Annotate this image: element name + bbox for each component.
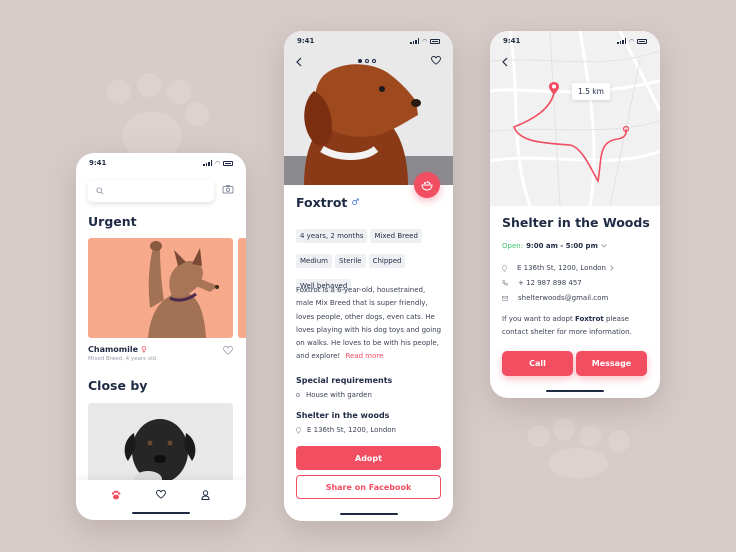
adopt-button[interactable]: Adopt: [296, 446, 441, 470]
back-icon[interactable]: [502, 57, 508, 67]
map-pin-icon: [296, 426, 301, 434]
read-more-link[interactable]: Read more: [345, 352, 383, 360]
email-row[interactable]: shelterwoods@gmail.com: [502, 294, 608, 302]
heart-icon[interactable]: [431, 56, 441, 65]
email-text: shelterwoods@gmail.com: [518, 294, 609, 302]
adopt-fab-button[interactable]: [414, 172, 440, 198]
status-icons: ◠: [617, 38, 647, 45]
adopt-note: If you want to adopt Foxtrot please cont…: [502, 313, 652, 339]
chevron-right-icon: [610, 265, 614, 271]
background-paw: [553, 418, 575, 440]
status-icons: ◠: [203, 160, 233, 167]
background-paw: [167, 80, 191, 104]
adopt-note-pet-name: Foxtrot: [574, 315, 604, 323]
phone-icon: [502, 280, 508, 286]
map-pin-icon[interactable]: [548, 81, 560, 96]
shelter-title: Shelter in the Woods: [502, 215, 650, 230]
background-paw: [137, 73, 161, 97]
background-paw: [528, 425, 550, 447]
status-time: 9:41: [89, 159, 107, 167]
chevron-down-icon: [601, 244, 607, 248]
home-indicator: [339, 512, 398, 515]
hours-text: 9:00 am - 5:00 pm: [526, 242, 598, 250]
phone-browse-screen: 9:41 ◠ Urgent Chamomile ♀ Mixed Breed, 4…: [76, 153, 246, 520]
female-icon: ♀: [141, 345, 147, 354]
special-requirement-text: House with garden: [306, 391, 372, 399]
bullet-icon: [296, 393, 300, 397]
pet-card-next-peek[interactable]: [238, 238, 246, 338]
tag-chip: 4 years, 2 months: [296, 229, 368, 243]
adopt-note-prefix: If you want to adopt: [502, 315, 575, 323]
male-icon: ♂: [351, 197, 360, 208]
distance-badge: 1.5 km: [572, 83, 610, 100]
status-time: 9:41: [503, 37, 521, 45]
description-text: Foxtrot is a 6-year-old, housetrained, m…: [296, 286, 442, 361]
home-indicator: [546, 389, 604, 392]
search-bar[interactable]: [88, 180, 214, 202]
background-paw: [185, 102, 209, 126]
map-pin-icon: [502, 264, 507, 272]
status-bar: 9:41 ◠: [76, 153, 246, 173]
status-time: 9:41: [297, 37, 315, 45]
mail-icon: [502, 295, 508, 301]
bottom-tab-bar: [76, 480, 246, 520]
open-status: Open:: [502, 242, 524, 250]
image-pagination-dots[interactable]: [358, 59, 376, 63]
pet-card-image[interactable]: [88, 403, 233, 483]
opening-hours[interactable]: Open: 9:00 am - 5:00 pm: [502, 242, 607, 250]
back-icon[interactable]: [296, 57, 302, 67]
pet-meta: Mixed Breed, 4 years old: [88, 356, 157, 362]
call-button[interactable]: Call: [502, 351, 573, 376]
special-requirement-item: House with garden: [296, 391, 372, 399]
phone-shelter-screen: 1.5 km 9:41 ◠ Shelter in the Woods Open:…: [490, 31, 660, 398]
heart-icon[interactable]: [223, 346, 233, 355]
map-illustration: [490, 31, 660, 206]
phone-pet-detail-screen: 9:41 ◠ Foxtrot ♂ 4 years, 2 months Mixed …: [284, 31, 453, 521]
address-row[interactable]: E 136th St, 1200, London: [502, 264, 614, 272]
pet-bowl-icon: [421, 180, 433, 191]
section-title-close-by: Close by: [88, 378, 148, 393]
status-bar: 9:41 ◠: [490, 31, 660, 51]
user-icon[interactable]: [201, 490, 210, 500]
shelter-address: E 136th St, 1200, London: [307, 426, 396, 434]
background-paw: [580, 425, 602, 447]
tag-chip: Medium: [296, 254, 332, 268]
address-text: E 136th St, 1200, London: [517, 264, 606, 272]
pet-name: Foxtrot: [296, 195, 348, 210]
phone-text: + 12 987 898 457: [518, 279, 582, 287]
phone-row[interactable]: + 12 987 898 457: [502, 279, 582, 287]
camera-icon[interactable]: [222, 184, 234, 194]
pet-description: Foxtrot is a 6-year-old, housetrained, m…: [296, 284, 444, 364]
shelter-title: Shelter in the woods: [296, 411, 390, 420]
dog-illustration: [284, 64, 453, 185]
home-indicator: [132, 511, 190, 514]
dog-illustration: [148, 241, 219, 338]
heart-icon[interactable]: [156, 490, 166, 499]
pet-title: Foxtrot ♂: [296, 195, 359, 210]
status-icons: ◠: [410, 38, 440, 45]
tag-chip: Sterile: [335, 254, 366, 268]
message-button[interactable]: Message: [576, 351, 647, 376]
dog-illustration: [124, 419, 196, 483]
pet-card-title: Chamomile ♀: [88, 345, 147, 354]
background-paw: [548, 448, 608, 478]
background-paw: [107, 80, 131, 104]
status-bar: 9:41 ◠: [284, 31, 453, 51]
special-requirements-title: Special requirements: [296, 376, 393, 385]
shelter-address-row: E 136th St, 1200, London: [296, 426, 396, 434]
pet-hero-image: [284, 31, 453, 185]
paw-icon[interactable]: [111, 490, 121, 500]
background-paw: [608, 430, 630, 452]
search-icon: [96, 187, 104, 195]
section-title-urgent: Urgent: [88, 214, 137, 229]
tag-chip: Mixed Breed: [370, 229, 422, 243]
share-facebook-button[interactable]: Share on Facebook: [296, 475, 441, 499]
pet-card-image[interactable]: [88, 238, 233, 338]
pet-name: Chamomile: [88, 345, 139, 354]
tag-chip: Chipped: [368, 254, 406, 268]
map-view[interactable]: 1.5 km: [490, 31, 660, 206]
